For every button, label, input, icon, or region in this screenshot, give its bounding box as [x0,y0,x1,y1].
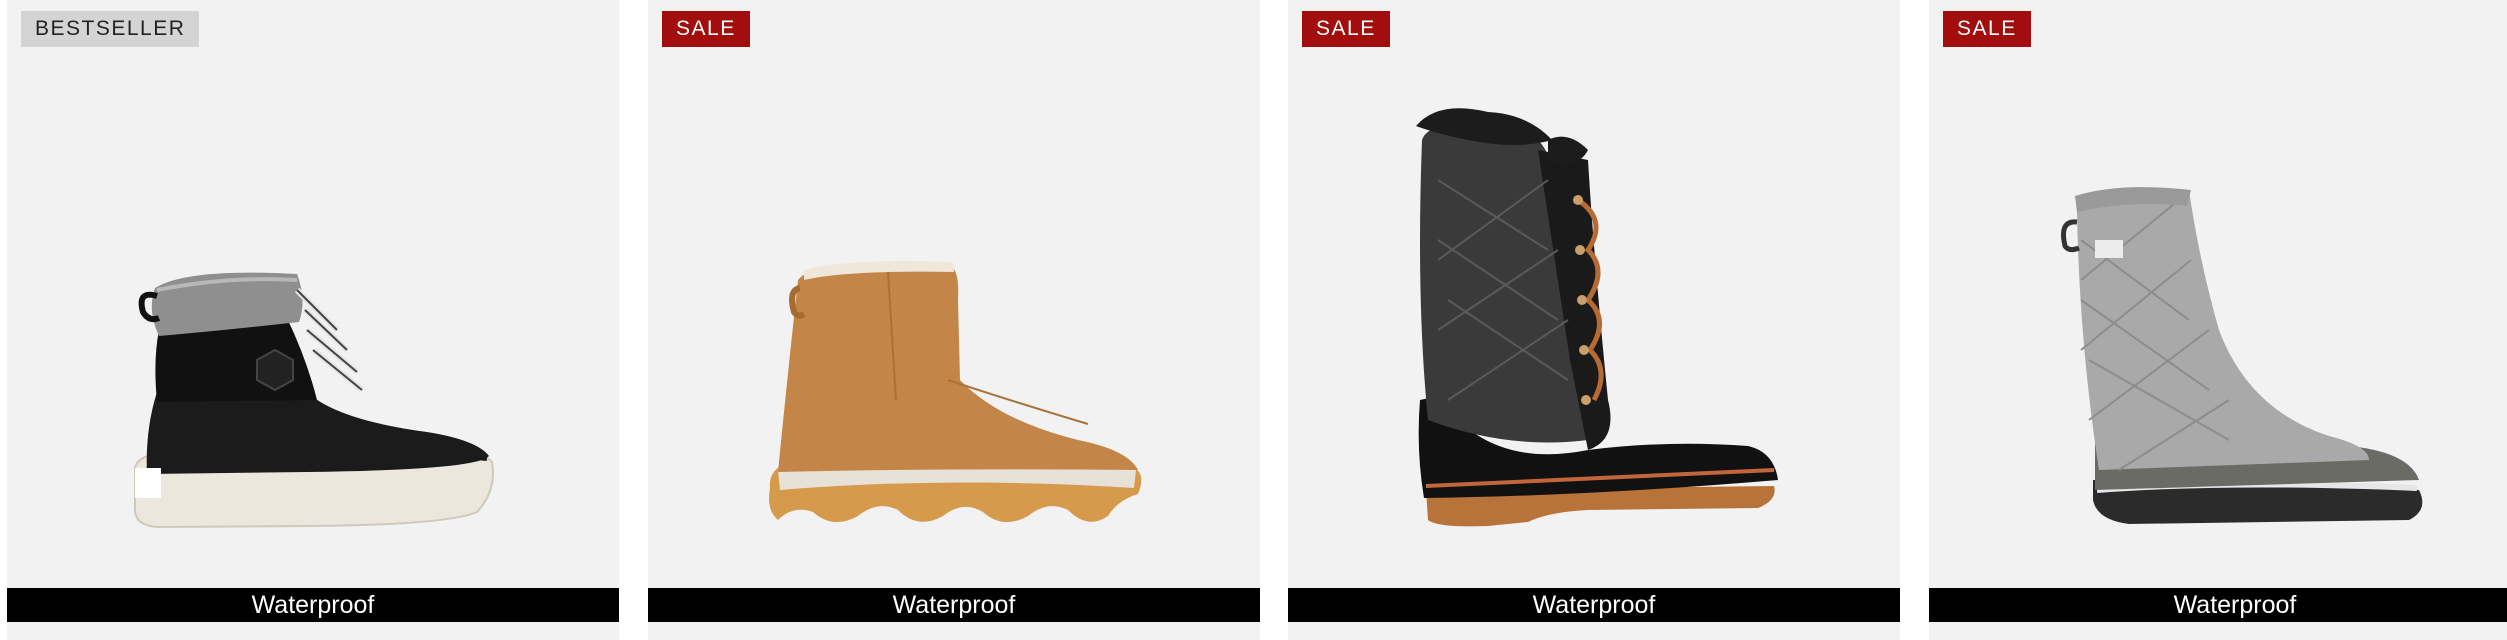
product-card[interactable]: SALE Waterproof [1929,0,2507,640]
duck-boot-black-grey-icon [134,272,494,529]
card-footer [1288,622,1900,640]
bestseller-badge: BESTSELLER [21,11,200,47]
product-image[interactable] [1288,0,1900,588]
product-grid: BESTSELLER Waterproof SALE Waterproof SA… [0,0,2507,640]
product-image[interactable] [648,0,1260,588]
feature-label: Waterproof [1288,588,1900,622]
tall-grey-quilted-boot-icon [2061,187,2423,524]
tan-suede-ankle-boot-icon [769,261,1142,523]
card-footer [1929,622,2507,640]
product-card[interactable]: BESTSELLER Waterproof [7,0,619,640]
tall-black-felt-lace-up-boot-icon [1416,108,1778,527]
card-footer [648,622,1260,640]
product-card[interactable]: SALE Waterproof [648,0,1260,640]
feature-label: Waterproof [7,588,619,622]
feature-label: Waterproof [1929,588,2507,622]
feature-label: Waterproof [648,588,1260,622]
sale-badge: SALE [1943,11,2031,47]
product-image[interactable] [1929,0,2507,588]
card-footer [7,622,619,640]
sale-badge: SALE [662,11,750,47]
product-card[interactable]: SALE Waterproof [1288,0,1900,640]
product-image[interactable] [7,0,619,588]
sale-badge: SALE [1302,11,1390,47]
